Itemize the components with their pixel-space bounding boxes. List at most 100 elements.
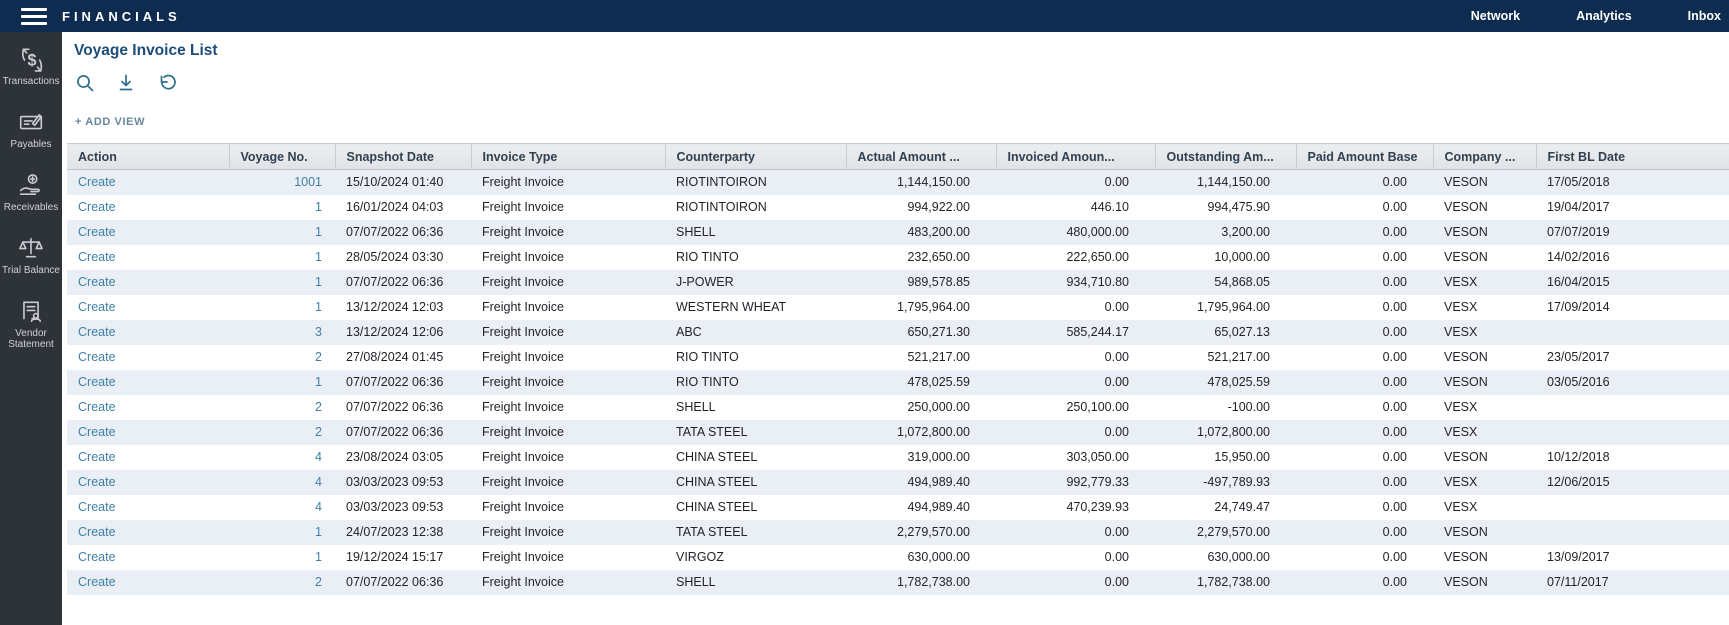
create-link[interactable]: Create	[78, 275, 116, 289]
sidebar-item-payables[interactable]: Payables	[0, 109, 62, 150]
first-bl-date-cell	[1536, 520, 1729, 545]
voyage-no-link[interactable]: 1001	[294, 175, 322, 189]
voyage-no-link[interactable]: 4	[315, 500, 322, 514]
create-link[interactable]: Create	[78, 325, 116, 339]
column-header-company[interactable]: Company ...	[1433, 144, 1536, 170]
voyage-no-link[interactable]: 1	[315, 525, 322, 539]
menu-icon[interactable]	[21, 8, 47, 25]
action-cell: Create	[67, 220, 229, 245]
outstanding-amount-cell: 65,027.13	[1155, 320, 1296, 345]
company-cell: VESX	[1433, 495, 1536, 520]
create-link[interactable]: Create	[78, 250, 116, 264]
add-view-button[interactable]: + ADD VIEW	[75, 116, 145, 128]
actual-amount-cell: 1,782,738.00	[846, 570, 996, 595]
table-row: Create113/12/2024 12:03Freight InvoiceWE…	[67, 295, 1729, 320]
voyage-no-link[interactable]: 1	[315, 300, 322, 314]
actual-amount-cell: 494,989.40	[846, 470, 996, 495]
paid-amount-cell: 0.00	[1296, 570, 1433, 595]
action-cell: Create	[67, 470, 229, 495]
voyage-no-link[interactable]: 2	[315, 425, 322, 439]
outstanding-amount-cell: 1,795,964.00	[1155, 295, 1296, 320]
invoice-type-cell: Freight Invoice	[471, 195, 665, 220]
voyage-no-link[interactable]: 2	[315, 400, 322, 414]
snapshot-date-cell: 07/07/2022 06:36	[335, 370, 471, 395]
create-link[interactable]: Create	[78, 525, 116, 539]
counterparty-cell: WESTERN WHEAT	[665, 295, 846, 320]
voyage-no-link[interactable]: 1	[315, 200, 322, 214]
sidebar-item-receivables[interactable]: Receivables	[0, 172, 62, 213]
search-icon[interactable]	[75, 73, 95, 93]
voyage-no-cell: 1	[229, 245, 335, 270]
create-link[interactable]: Create	[78, 500, 116, 514]
create-link[interactable]: Create	[78, 400, 116, 414]
create-link[interactable]: Create	[78, 475, 116, 489]
paid-amount-cell: 0.00	[1296, 320, 1433, 345]
table-row: Create227/08/2024 01:45Freight InvoiceRI…	[67, 345, 1729, 370]
column-header-invoiced-amoun[interactable]: Invoiced Amoun...	[996, 144, 1155, 170]
voyage-no-link[interactable]: 1	[315, 250, 322, 264]
company-cell: VESON	[1433, 245, 1536, 270]
download-icon[interactable]	[116, 73, 136, 93]
column-header-action[interactable]: Action	[67, 144, 229, 170]
create-link[interactable]: Create	[78, 450, 116, 464]
column-header-actual-amount[interactable]: Actual Amount ...	[846, 144, 996, 170]
create-link[interactable]: Create	[78, 425, 116, 439]
column-header-voyage-no[interactable]: Voyage No.	[229, 144, 335, 170]
actual-amount-cell: 989,578.85	[846, 270, 996, 295]
voyage-no-cell: 2	[229, 570, 335, 595]
voyage-no-cell: 1	[229, 370, 335, 395]
snapshot-date-cell: 13/12/2024 12:03	[335, 295, 471, 320]
actual-amount-cell: 2,279,570.00	[846, 520, 996, 545]
company-cell: VESX	[1433, 470, 1536, 495]
snapshot-date-cell: 27/08/2024 01:45	[335, 345, 471, 370]
actual-amount-cell: 478,025.59	[846, 370, 996, 395]
voyage-no-link[interactable]: 1	[315, 375, 322, 389]
toolbar	[75, 73, 1729, 93]
column-header-first-bl-date[interactable]: First BL Date	[1536, 144, 1729, 170]
nav-inbox[interactable]: Inbox	[1688, 9, 1721, 23]
create-link[interactable]: Create	[78, 350, 116, 364]
voyage-no-link[interactable]: 2	[315, 350, 322, 364]
create-link[interactable]: Create	[78, 550, 116, 564]
company-cell: VESON	[1433, 345, 1536, 370]
table-row: Create100115/10/2024 01:40Freight Invoic…	[67, 170, 1729, 195]
column-header-paid-amount-base[interactable]: Paid Amount Base	[1296, 144, 1433, 170]
vendor-statement-icon	[18, 298, 44, 324]
nav-network[interactable]: Network	[1471, 9, 1520, 23]
create-link[interactable]: Create	[78, 375, 116, 389]
column-header-snapshot-date[interactable]: Snapshot Date	[335, 144, 471, 170]
voyage-no-link[interactable]: 1	[315, 225, 322, 239]
create-link[interactable]: Create	[78, 200, 116, 214]
column-header-counterparty[interactable]: Counterparty	[665, 144, 846, 170]
voyage-no-link[interactable]: 4	[315, 450, 322, 464]
snapshot-date-cell: 07/07/2022 06:36	[335, 570, 471, 595]
first-bl-date-cell	[1536, 395, 1729, 420]
create-link[interactable]: Create	[78, 300, 116, 314]
voyage-no-cell: 1	[229, 220, 335, 245]
create-link[interactable]: Create	[78, 175, 116, 189]
invoice-type-cell: Freight Invoice	[471, 270, 665, 295]
voyage-no-link[interactable]: 1	[315, 550, 322, 564]
actual-amount-cell: 994,922.00	[846, 195, 996, 220]
invoiced-amount-cell: 303,050.00	[996, 445, 1155, 470]
undo-icon[interactable]	[157, 73, 177, 93]
actual-amount-cell: 494,989.40	[846, 495, 996, 520]
voyage-no-link[interactable]: 1	[315, 275, 322, 289]
sidebar-item-transactions[interactable]: $Transactions	[0, 46, 62, 87]
voyage-no-link[interactable]: 3	[315, 325, 322, 339]
nav-analytics[interactable]: Analytics	[1576, 9, 1632, 23]
column-header-outstanding-am[interactable]: Outstanding Am...	[1155, 144, 1296, 170]
create-link[interactable]: Create	[78, 575, 116, 589]
sidebar-item-label: Payables	[1, 139, 61, 150]
sidebar-item-trial-balance[interactable]: Trial Balance	[0, 235, 62, 276]
invoice-type-cell: Freight Invoice	[471, 570, 665, 595]
sidebar-item-vendor-statement[interactable]: Vendor Statement	[0, 298, 62, 350]
voyage-no-link[interactable]: 4	[315, 475, 322, 489]
create-link[interactable]: Create	[78, 225, 116, 239]
invoiced-amount-cell: 934,710.80	[996, 270, 1155, 295]
voyage-no-link[interactable]: 2	[315, 575, 322, 589]
sidebar-item-label: Transactions	[1, 76, 61, 87]
outstanding-amount-cell: 10,000.00	[1155, 245, 1296, 270]
outstanding-amount-cell: 478,025.59	[1155, 370, 1296, 395]
column-header-invoice-type[interactable]: Invoice Type	[471, 144, 665, 170]
